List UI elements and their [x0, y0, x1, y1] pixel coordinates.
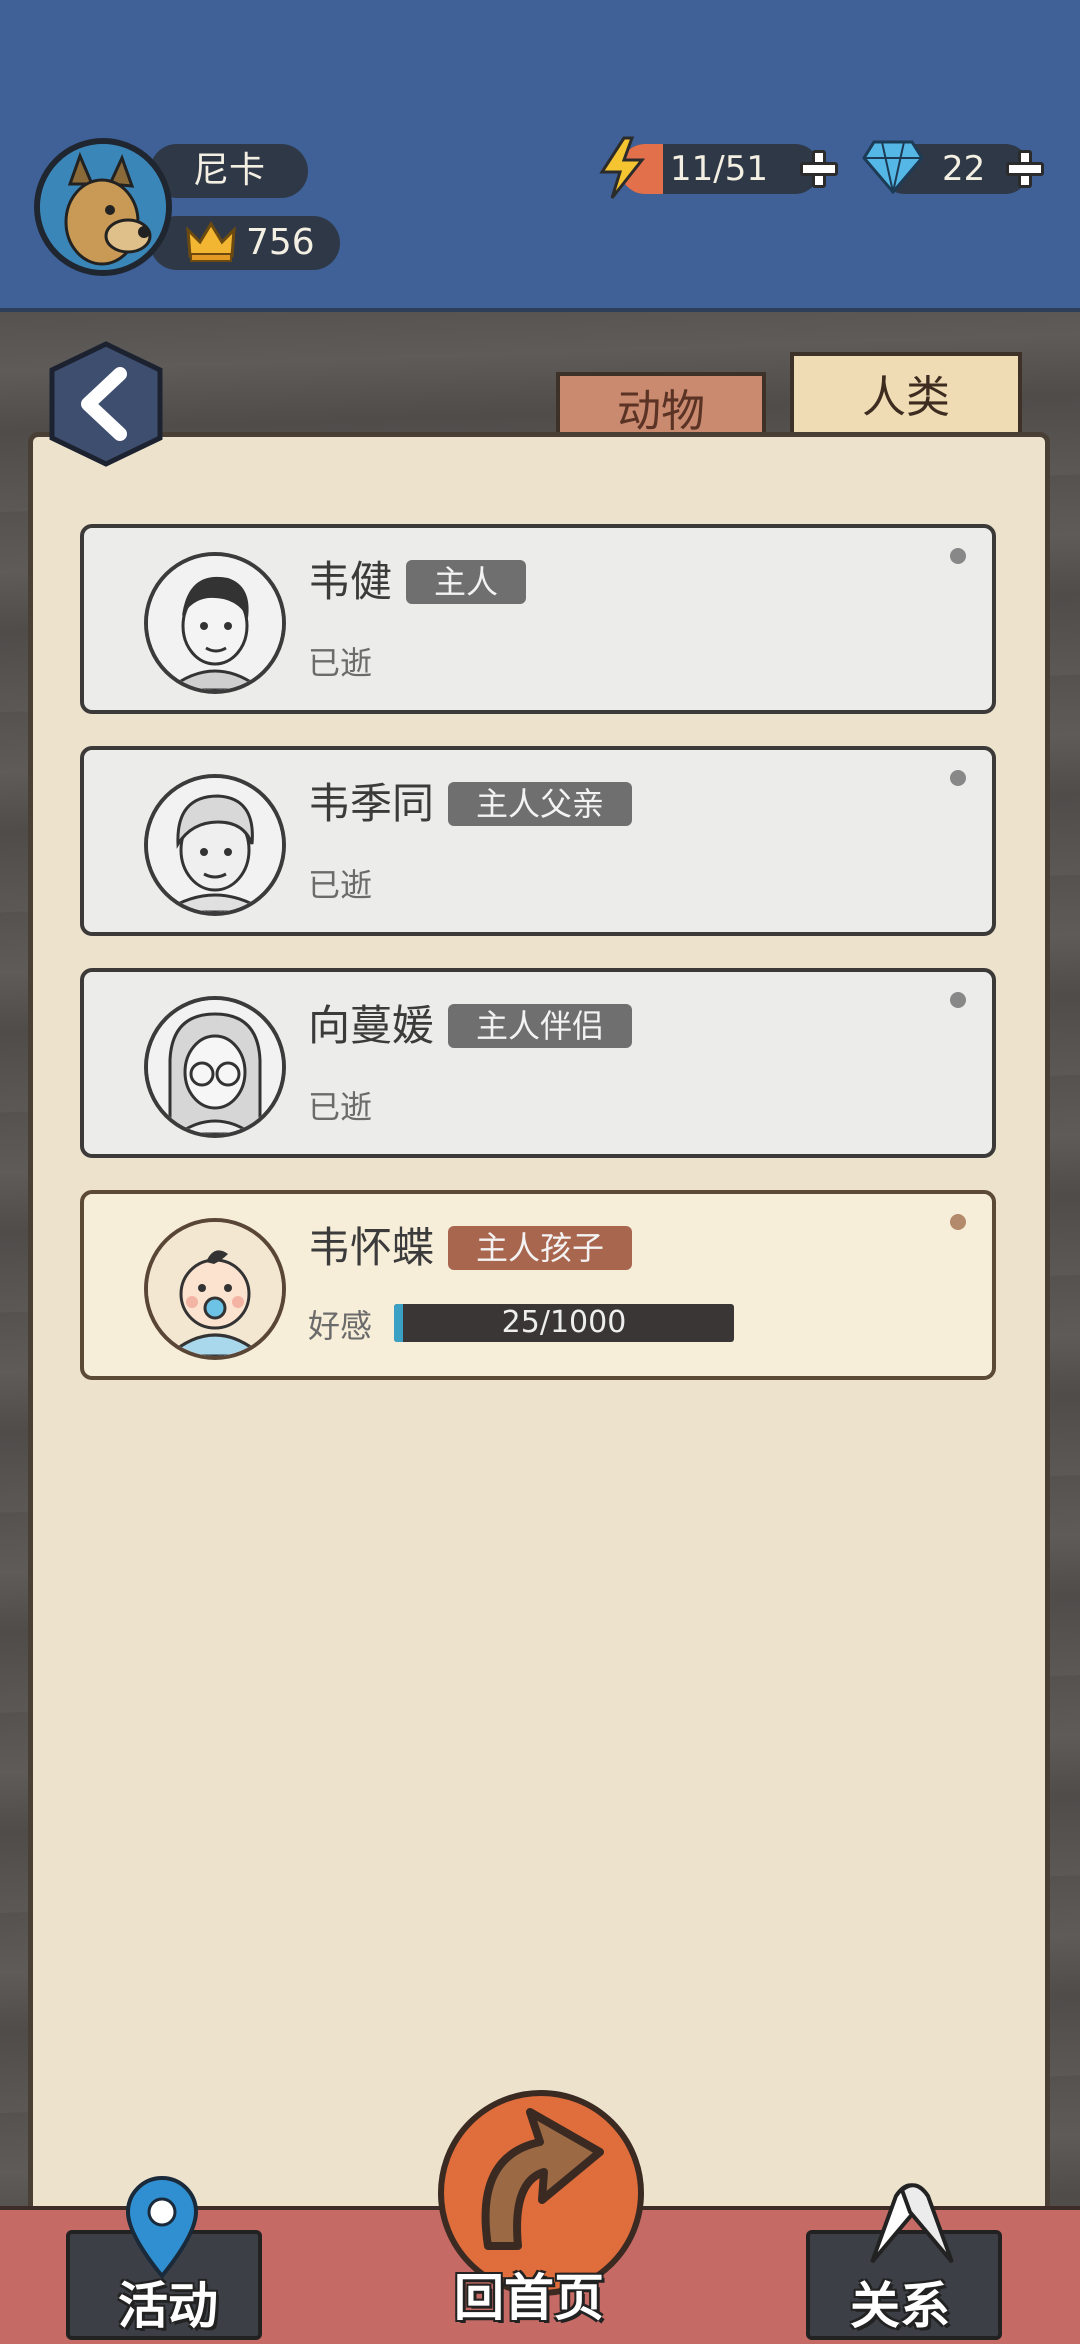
person-name: 韦季同: [308, 779, 435, 828]
indicator-dot: [950, 992, 966, 1008]
nav-activities[interactable]: 活动: [66, 2176, 266, 2340]
person-portrait: [144, 1218, 286, 1360]
person-card-owner-father[interactable]: 韦季同 主人父亲 已逝: [80, 746, 996, 936]
person-card-owner[interactable]: 韦健 主人 已逝: [80, 524, 996, 714]
dog-icon: [40, 144, 166, 270]
person-portrait: [144, 552, 286, 694]
person-name: 向蔓媛: [308, 1001, 435, 1050]
person-card-owner-child[interactable]: 韦怀蝶 主人孩子 好感 25/1000: [80, 1190, 996, 1380]
favor-progress-bar: 25/1000: [394, 1304, 734, 1342]
top-status-bar: 尼卡 756 11/51 22: [0, 0, 1080, 312]
person-name: 韦健: [308, 557, 393, 606]
person-status: 已逝: [308, 1088, 373, 1126]
lightning-icon: [599, 136, 646, 199]
nav-relations[interactable]: 关系: [806, 2172, 1016, 2340]
old-man-portrait-icon: [148, 778, 282, 912]
crown-icon: [186, 221, 236, 262]
crown-value: 756: [246, 222, 315, 263]
tab-humans[interactable]: 人类: [790, 352, 1022, 436]
relation-badge: 主人: [406, 560, 527, 604]
favor-label: 好感: [308, 1307, 373, 1345]
add-gems-button[interactable]: [1006, 150, 1044, 188]
location-pin-icon: [125, 2176, 199, 2280]
gem-value: 22: [942, 149, 986, 189]
energy-counter: 11/51: [620, 144, 820, 194]
nav-activities-label: 活动: [118, 2277, 218, 2335]
woman-portrait-icon: [148, 1000, 282, 1134]
nav-relations-label: 关系: [850, 2277, 950, 2335]
indicator-dot: [950, 770, 966, 786]
indicator-dot: [950, 548, 966, 564]
person-status: 已逝: [308, 866, 373, 904]
back-button[interactable]: [48, 340, 164, 468]
baby-portrait-icon: [148, 1222, 282, 1356]
pet-avatar[interactable]: [34, 138, 172, 276]
person-portrait: [144, 996, 286, 1138]
relation-badge: 主人父亲: [448, 782, 633, 826]
favor-value: 25/1000: [501, 1305, 627, 1340]
indicator-dot: [950, 1214, 966, 1230]
pet-name: 尼卡: [150, 144, 308, 198]
relation-badge: 主人孩子: [448, 1226, 633, 1270]
add-energy-button[interactable]: [800, 150, 838, 188]
person-name: 韦怀蝶: [308, 1223, 435, 1272]
diamond-icon: [862, 140, 924, 194]
relation-badge: 主人伴侣: [448, 1004, 633, 1048]
man-portrait-icon: [148, 556, 282, 690]
chevron-left-icon: [49, 341, 163, 467]
energy-value: 11/51: [670, 149, 768, 189]
handshake-icon: [870, 2183, 954, 2264]
nav-home-label: 回首页: [454, 2269, 604, 2327]
person-portrait: [144, 774, 286, 916]
person-status: 已逝: [308, 644, 373, 682]
crown-counter: 756: [150, 216, 340, 270]
person-card-owner-partner[interactable]: 向蔓媛 主人伴侣 已逝: [80, 968, 996, 1158]
